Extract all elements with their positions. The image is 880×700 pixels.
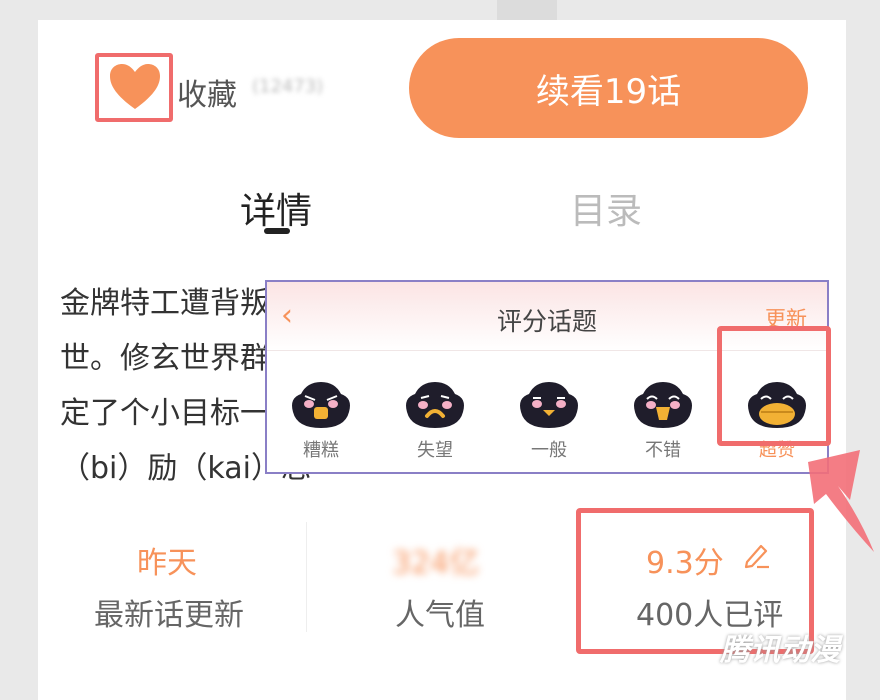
heart-icon[interactable] — [108, 62, 162, 112]
tab-details[interactable]: 详情 — [240, 182, 312, 234]
popularity-label: 人气值 — [395, 598, 485, 633]
stat-divider — [306, 522, 307, 632]
description-line: 金牌特工遭背叛 — [60, 286, 270, 321]
penguin-good-icon — [634, 382, 692, 428]
rating-option-bad[interactable]: 糟糕 — [281, 378, 361, 462]
rating-option-disappointed[interactable]: 失望 — [395, 378, 475, 462]
update-label: 最新话更新 — [94, 598, 244, 633]
rating-label: 糟糕 — [303, 440, 339, 461]
rating-label: 失望 — [417, 440, 453, 461]
great-option-highlight-box — [717, 326, 831, 446]
popularity-value: 324亿 — [392, 546, 480, 581]
top-grip — [497, 0, 557, 20]
penguin-disappointed-icon — [406, 382, 464, 428]
rating-option-ok[interactable]: 一般 — [509, 378, 589, 462]
active-tab-indicator — [264, 228, 290, 234]
penguin-bad-icon — [292, 382, 350, 428]
update-value: 昨天 — [137, 546, 197, 581]
rating-label: 一般 — [531, 440, 567, 461]
pointer-arrow-icon — [808, 450, 874, 552]
description-line: 世。修玄世界群 — [60, 341, 270, 376]
description-line: 定了个小目标一 — [60, 396, 270, 431]
tab-catalog[interactable]: 目录 — [570, 182, 642, 234]
favorite-count: (12473) — [252, 76, 324, 97]
favorite-label[interactable]: 收藏 — [177, 70, 237, 114]
penguin-ok-icon — [520, 382, 578, 428]
rating-label: 不错 — [645, 440, 681, 461]
continue-reading-button[interactable]: 续看19话 — [409, 38, 808, 138]
rating-option-good[interactable]: 不错 — [623, 378, 703, 462]
watermark: 腾讯动漫 — [720, 633, 840, 668]
